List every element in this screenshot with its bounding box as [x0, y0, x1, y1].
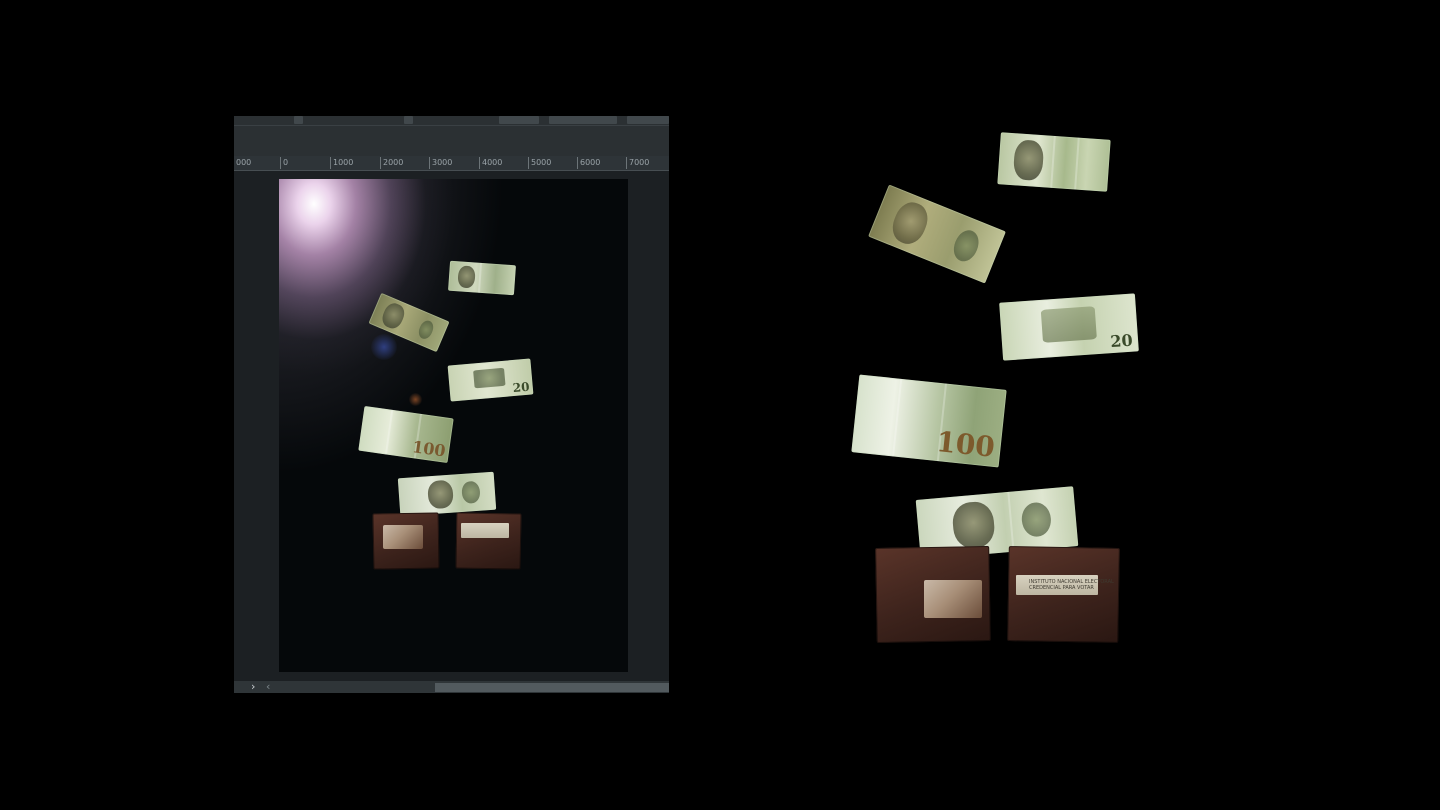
- bill-denomination: 20: [512, 379, 531, 395]
- bill-denomination: 100: [411, 437, 447, 461]
- ruler-tick: 000: [236, 158, 252, 167]
- ruler-tick: 1000: [330, 157, 353, 169]
- ruler-tick: 6000: [577, 157, 600, 169]
- id-card: INSTITUTO NACIONAL ELECTORAL CREDENCIAL …: [1016, 575, 1114, 595]
- dollar-bill: 20: [999, 293, 1139, 361]
- dollar-bill: [868, 184, 1006, 284]
- document-canvas[interactable]: 20 100: [279, 179, 628, 672]
- ruler-tick: 2000: [380, 157, 403, 169]
- wallet-photo: [924, 580, 982, 618]
- ruler-tick: 7000: [626, 157, 649, 169]
- id-card: [461, 523, 509, 538]
- wallet-photo: [383, 525, 423, 549]
- checkbox[interactable]: [294, 116, 303, 124]
- dollar-bill: 100: [358, 405, 454, 464]
- bill-denomination: 20: [1109, 330, 1134, 351]
- dollar-bill: [448, 260, 516, 296]
- ruler-tick: 0: [280, 157, 288, 169]
- bill-denomination: 100: [934, 425, 997, 465]
- horizontal-scrollbar[interactable]: [435, 683, 669, 692]
- lens-flare: [371, 334, 397, 360]
- chevron-right-icon[interactable]: ›: [251, 680, 255, 693]
- ruler-tick: 3000: [429, 157, 452, 169]
- option-button[interactable]: [499, 116, 539, 124]
- status-bar: › ‹: [234, 680, 669, 693]
- editor-window: 000 0 1000 2000 3000 4000 5000 6000 7000…: [234, 116, 669, 693]
- chevron-left-icon[interactable]: ‹: [266, 680, 270, 693]
- workspace: 20 100: [234, 171, 669, 681]
- dollar-bill: [397, 471, 497, 517]
- checkbox[interactable]: [404, 116, 413, 124]
- toolbar-strip: [234, 126, 669, 156]
- dollar-bill: 20: [447, 358, 534, 402]
- option-button[interactable]: [627, 116, 669, 124]
- dollar-bill: 100: [851, 374, 1007, 468]
- ruler-tick: 4000: [479, 157, 502, 169]
- ruler-tick: 5000: [528, 157, 551, 169]
- options-bar: [234, 116, 669, 126]
- wallet: [372, 512, 522, 570]
- wallet: INSTITUTO NACIONAL ELECTORAL CREDENCIAL …: [875, 546, 1120, 643]
- option-button[interactable]: [549, 116, 617, 124]
- id-card-subtitle: CREDENCIAL PARA VOTAR: [1029, 585, 1094, 591]
- dollar-bill: [997, 132, 1111, 192]
- horizontal-ruler: 000 0 1000 2000 3000 4000 5000 6000 7000: [234, 156, 669, 171]
- lens-flare: [409, 393, 422, 406]
